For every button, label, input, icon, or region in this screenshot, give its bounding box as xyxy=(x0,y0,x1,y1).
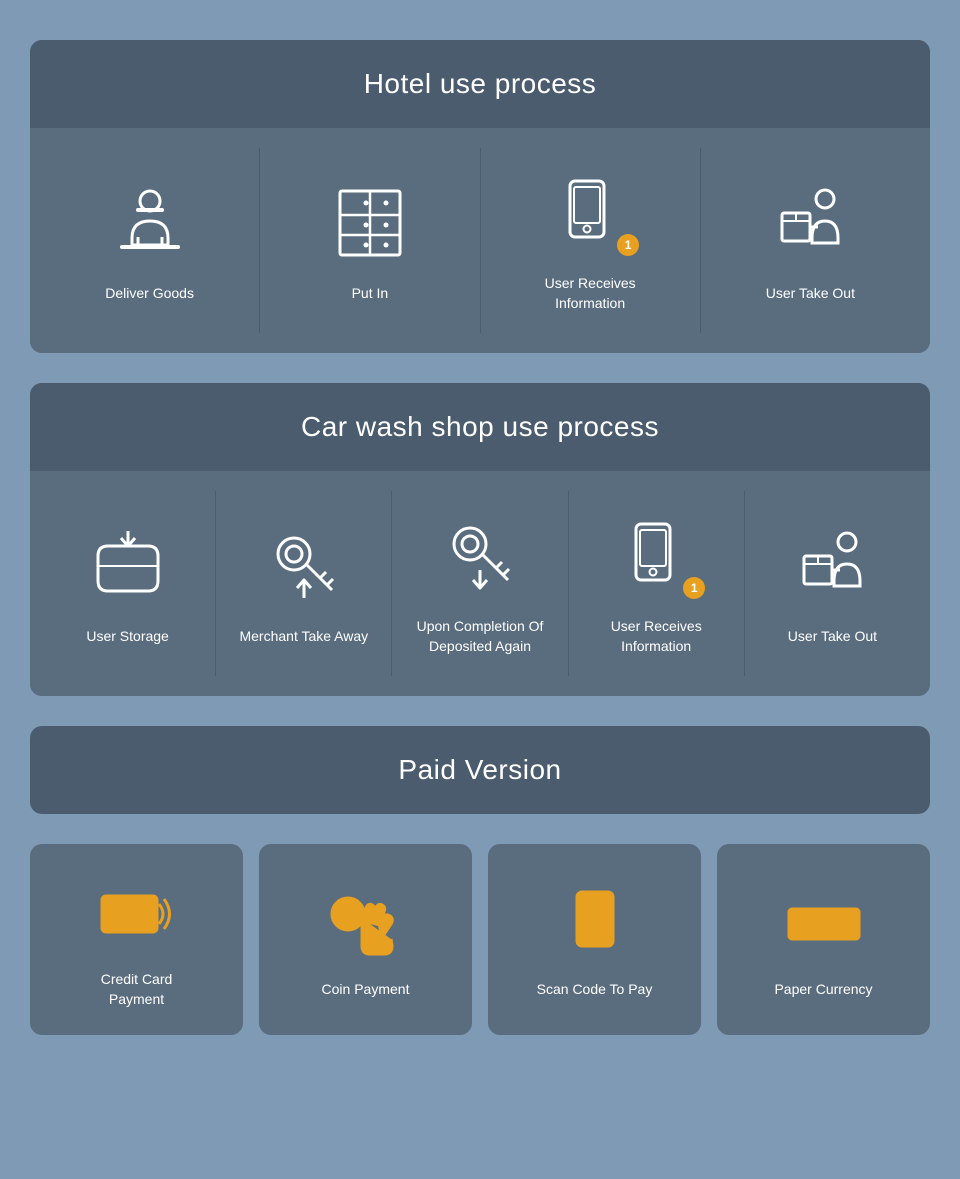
cw-item-user-take-out: User Take Out xyxy=(745,491,920,676)
hotel-item-deliver-goods: Deliver Goods xyxy=(40,148,260,333)
paid-title: Paid Version xyxy=(30,726,930,814)
delivery-man-icon xyxy=(105,178,195,268)
paper-currency-label: Paper Currency xyxy=(774,980,872,1000)
carwash-section: Car wash shop use process User Storage xyxy=(30,383,930,696)
coin-tap-icon: $ xyxy=(326,884,406,964)
hotel-items-row: Deliver Goods xyxy=(30,128,930,353)
key-down-icon xyxy=(435,511,525,601)
phone-notification-icon: 1 xyxy=(545,168,635,258)
hotel-item-user-receives: 1 User ReceivesInformation xyxy=(481,148,701,333)
scan-phone-icon xyxy=(555,884,635,964)
paid-item-paper-currency: $ Paper Currency xyxy=(717,844,930,1034)
key-up-icon xyxy=(259,521,349,611)
user-receives-label: User ReceivesInformation xyxy=(545,274,636,313)
paid-items-row: Credit CardPayment $ Coin Payment xyxy=(30,844,930,1034)
credit-card-icon xyxy=(97,874,177,954)
hotel-item-put-in: Put In xyxy=(260,148,480,333)
notification-badge: 1 xyxy=(617,234,639,256)
paper-currency-icon: $ xyxy=(784,884,864,964)
cw-item-user-storage: User Storage xyxy=(40,491,216,676)
cw-item-user-receives: 1 User ReceivesInformation xyxy=(569,491,745,676)
coin-payment-label: Coin Payment xyxy=(322,980,410,1000)
cw-person-box-icon xyxy=(787,521,877,611)
hotel-section: Hotel use process Deliver G xyxy=(30,40,930,353)
put-in-label: Put In xyxy=(352,284,389,304)
cw-user-receives-label: User ReceivesInformation xyxy=(611,617,702,656)
cw-notification-badge: 1 xyxy=(683,577,705,599)
cw-user-take-out-label: User Take Out xyxy=(788,627,877,647)
hotel-title: Hotel use process xyxy=(30,40,930,128)
paid-item-credit-card: Credit CardPayment xyxy=(30,844,243,1034)
locker-icon xyxy=(325,178,415,268)
merchant-take-away-label: Merchant Take Away xyxy=(239,627,368,647)
paid-item-scan-code: Scan Code To Pay xyxy=(488,844,701,1034)
paid-section: Paid Version xyxy=(30,726,930,814)
basket-down-icon xyxy=(83,521,173,611)
hotel-item-user-take-out: User Take Out xyxy=(701,148,920,333)
user-take-out-label: User Take Out xyxy=(766,284,855,304)
credit-card-label: Credit CardPayment xyxy=(101,970,173,1009)
svg-text:$: $ xyxy=(344,907,352,923)
person-box-icon xyxy=(765,178,855,268)
upon-completion-label: Upon Completion OfDeposited Again xyxy=(417,617,544,656)
scan-code-label: Scan Code To Pay xyxy=(537,980,653,1000)
cw-phone-notification-icon: 1 xyxy=(611,511,701,601)
carwash-items-row: User Storage Merchant Tak xyxy=(30,471,930,696)
deliver-goods-label: Deliver Goods xyxy=(105,284,194,304)
cw-item-merchant-take-away: Merchant Take Away xyxy=(216,491,392,676)
user-storage-label: User Storage xyxy=(86,627,168,647)
paid-item-coin-payment: $ Coin Payment xyxy=(259,844,472,1034)
carwash-title: Car wash shop use process xyxy=(30,383,930,471)
cw-item-upon-completion: Upon Completion OfDeposited Again xyxy=(392,491,568,676)
